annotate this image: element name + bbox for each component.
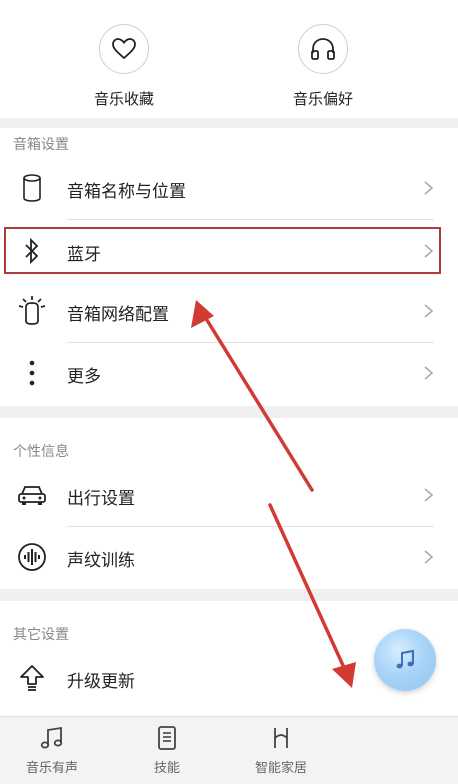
chevron-right-icon — [424, 366, 434, 380]
chevron-right-icon — [424, 488, 434, 502]
row-travel-settings[interactable]: 出行设置 — [0, 465, 458, 527]
chevron-right-icon — [424, 550, 434, 564]
upgrade-arrow-icon — [16, 662, 48, 694]
more-vertical-icon — [16, 357, 48, 389]
row-speaker-network[interactable]: 音箱网络配置 — [0, 281, 458, 343]
section-title-speaker: 音箱设置 — [13, 137, 69, 153]
row-voiceprint-training[interactable]: 声纹训练 — [0, 527, 458, 589]
row-label: 出行设置 — [67, 489, 135, 509]
heart-icon — [99, 24, 149, 74]
row-label: 更多 — [67, 367, 101, 387]
shortcut-label: 音乐偏好 — [292, 90, 353, 108]
divider — [67, 219, 434, 220]
row-more[interactable]: 更多 — [0, 343, 458, 405]
section-title-personal: 个性信息 — [13, 444, 69, 460]
headphones-icon — [298, 24, 348, 74]
chevron-right-icon — [424, 244, 434, 258]
music-note-icon — [40, 726, 63, 749]
tab-label: 音乐有声 — [25, 761, 78, 776]
tab-music-audio[interactable]: 音乐有声 — [7, 725, 97, 776]
row-label: 声纹训练 — [67, 551, 135, 571]
speaker-icon — [16, 172, 48, 204]
section-gap — [0, 118, 458, 128]
floating-music-button[interactable] — [374, 629, 436, 691]
tab-skills[interactable]: 技能 — [122, 725, 212, 776]
tab-label: 技能 — [153, 761, 180, 776]
shortcut-music-preferences[interactable]: 音乐偏好 — [263, 24, 383, 109]
row-label: 音箱网络配置 — [67, 305, 169, 325]
row-label: 蓝牙 — [67, 245, 101, 265]
row-speaker-name-location[interactable]: 音箱名称与位置 — [0, 158, 458, 220]
section-gap — [0, 406, 458, 418]
section-gap — [0, 589, 458, 601]
chevron-right-icon — [424, 181, 434, 195]
smart-home-icon — [274, 728, 288, 748]
shortcut-label: 音乐收藏 — [93, 90, 154, 108]
chevron-right-icon — [424, 304, 434, 318]
bluetooth-icon — [16, 235, 48, 267]
car-icon — [16, 479, 48, 511]
shortcut-music-favorites[interactable]: 音乐收藏 — [64, 24, 184, 109]
voiceprint-icon — [16, 541, 48, 573]
network-lamp-icon — [16, 295, 48, 327]
tab-smart-home[interactable]: 智能家居 — [236, 725, 326, 776]
music-note-icon — [396, 649, 414, 669]
row-label: 升级更新 — [67, 672, 135, 692]
bottom-tab-bar: 音乐有声 技能 智能家居 — [0, 716, 458, 784]
row-bluetooth[interactable]: 蓝牙 — [0, 226, 458, 288]
row-label: 音箱名称与位置 — [67, 182, 186, 202]
book-icon — [158, 726, 176, 750]
tab-label: 智能家居 — [254, 761, 307, 776]
section-title-other: 其它设置 — [13, 627, 69, 643]
shortcut-bar: 音乐收藏 音乐偏好 — [0, 0, 458, 118]
